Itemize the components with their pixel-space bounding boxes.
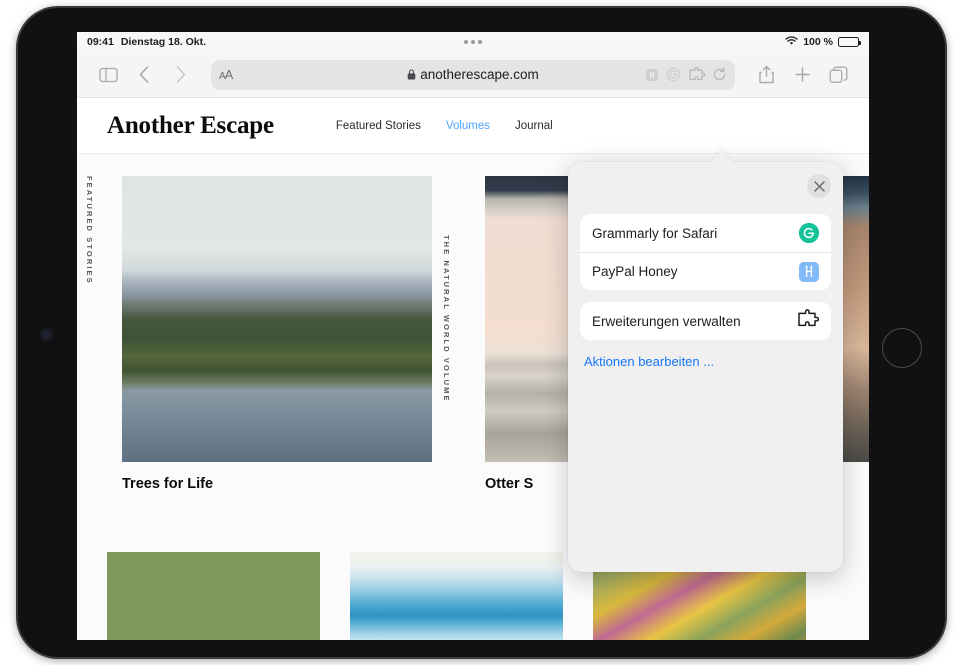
share-icon[interactable] (749, 59, 783, 91)
article-title-2[interactable]: Otter S (485, 476, 533, 492)
battery-percent: 100 % (803, 36, 833, 48)
status-left: 09:41 Dienstag 18. Okt. (87, 36, 206, 48)
thumbnail-mountain-illustration[interactable] (350, 552, 563, 640)
paypal-honey-icon (799, 262, 819, 282)
page-settings-aa-button[interactable]: AA (219, 67, 232, 82)
tabs-overview-icon[interactable] (821, 59, 855, 91)
extensions-list: Grammarly for Safari PayPal Honey (580, 214, 831, 371)
site-logo[interactable]: Another Escape (107, 112, 274, 140)
extension-item-grammarly[interactable]: Grammarly for Safari (580, 214, 831, 252)
extensions-puzzle-icon[interactable] (688, 67, 705, 82)
front-camera-icon (42, 330, 51, 339)
manage-extensions-group: Erweiterungen verwalten (580, 302, 831, 340)
ipad-device-frame: 09:41 Dienstag 18. Okt. 100 % (18, 8, 945, 657)
manage-extensions-button[interactable]: Erweiterungen verwalten (580, 302, 831, 340)
lock-icon (407, 69, 416, 80)
ipad-screen: 09:41 Dienstag 18. Okt. 100 % (77, 32, 869, 640)
edit-actions-link[interactable]: Aktionen bearbeiten ... (580, 352, 831, 371)
status-time: 09:41 (87, 36, 114, 48)
extension-item-paypal-honey[interactable]: PayPal Honey (580, 252, 831, 290)
extensions-popover: Grammarly for Safari PayPal Honey (568, 162, 843, 572)
manage-extensions-label: Erweiterungen verwalten (592, 314, 787, 329)
home-button[interactable] (882, 328, 922, 368)
address-bar-actions (645, 67, 727, 82)
new-tab-button[interactable] (785, 59, 819, 91)
extensions-puzzle-icon (797, 309, 819, 333)
sidebar-icon[interactable] (91, 59, 125, 91)
safari-toolbar: AA anotherescape.com (77, 52, 869, 98)
site-nav: Featured Stories Volumes Journal (336, 120, 553, 132)
article-card-1[interactable]: The Natural World Volume Trees for Life (122, 176, 451, 462)
wifi-icon (785, 36, 798, 49)
thumbnail-forest[interactable] (107, 552, 320, 640)
extension-group: Grammarly for Safari PayPal Honey (580, 214, 831, 290)
paypal-honey-icon[interactable] (645, 68, 659, 82)
section-label-text: Featured Stories (85, 176, 94, 336)
extension-label: PayPal Honey (592, 264, 789, 279)
webpage-content: Another Escape Featured Stories Volumes … (77, 98, 869, 640)
forward-button[interactable] (163, 59, 197, 91)
nav-item-volumes[interactable]: Volumes (446, 120, 490, 132)
article-title-1[interactable]: Trees for Life (122, 476, 213, 492)
address-bar[interactable]: AA anotherescape.com (211, 60, 735, 90)
status-date: Dienstag 18. Okt. (121, 36, 206, 48)
extension-label: Grammarly for Safari (592, 226, 789, 241)
nav-item-featured-stories[interactable]: Featured Stories (336, 120, 421, 132)
grammarly-icon (799, 223, 819, 243)
close-icon[interactable] (807, 174, 831, 198)
url-text: anotherescape.com (420, 67, 539, 82)
battery-icon (838, 37, 859, 47)
status-right: 100 % (785, 36, 859, 49)
nav-item-journal[interactable]: Journal (515, 120, 553, 132)
article-volume-label-1: The Natural World Volume (442, 176, 451, 462)
reload-icon[interactable] (712, 67, 727, 82)
back-button[interactable] (127, 59, 161, 91)
status-bar: 09:41 Dienstag 18. Okt. 100 % (77, 32, 869, 52)
article-image-1[interactable] (122, 176, 432, 462)
section-label: Featured Stories (85, 176, 94, 336)
site-header: Another Escape Featured Stories Volumes … (77, 98, 869, 154)
grammarly-icon[interactable] (666, 67, 681, 82)
multitasking-handle-icon[interactable] (464, 40, 482, 44)
popover-arrow (711, 150, 733, 162)
